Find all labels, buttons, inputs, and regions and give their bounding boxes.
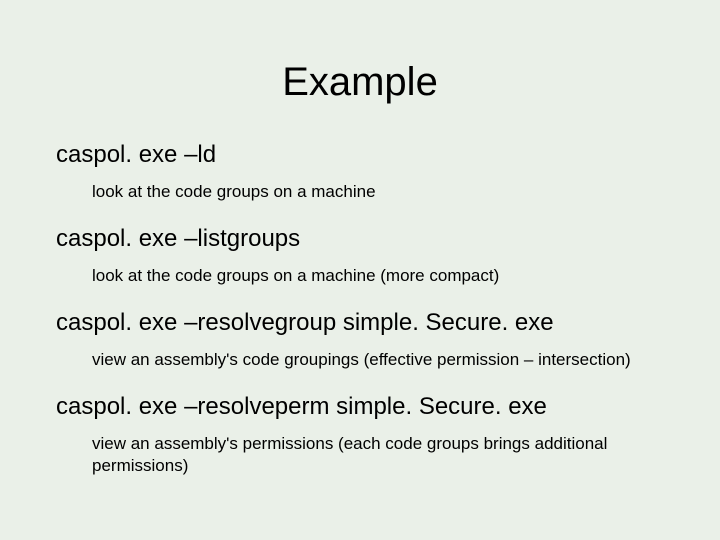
slide: Example caspol. exe –ld look at the code… — [0, 0, 720, 540]
command-description: look at the code groups on a machine (mo… — [92, 265, 664, 287]
command-text: caspol. exe –resolveperm simple. Secure.… — [56, 393, 664, 421]
command-description: view an assembly's permissions (each cod… — [92, 433, 664, 477]
command-description: view an assembly's code groupings (effec… — [92, 349, 664, 371]
command-text: caspol. exe –ld — [56, 141, 664, 169]
command-description: look at the code groups on a machine — [92, 181, 664, 203]
slide-title: Example — [56, 60, 664, 105]
command-text: caspol. exe –listgroups — [56, 225, 664, 253]
command-text: caspol. exe –resolvegroup simple. Secure… — [56, 309, 664, 337]
